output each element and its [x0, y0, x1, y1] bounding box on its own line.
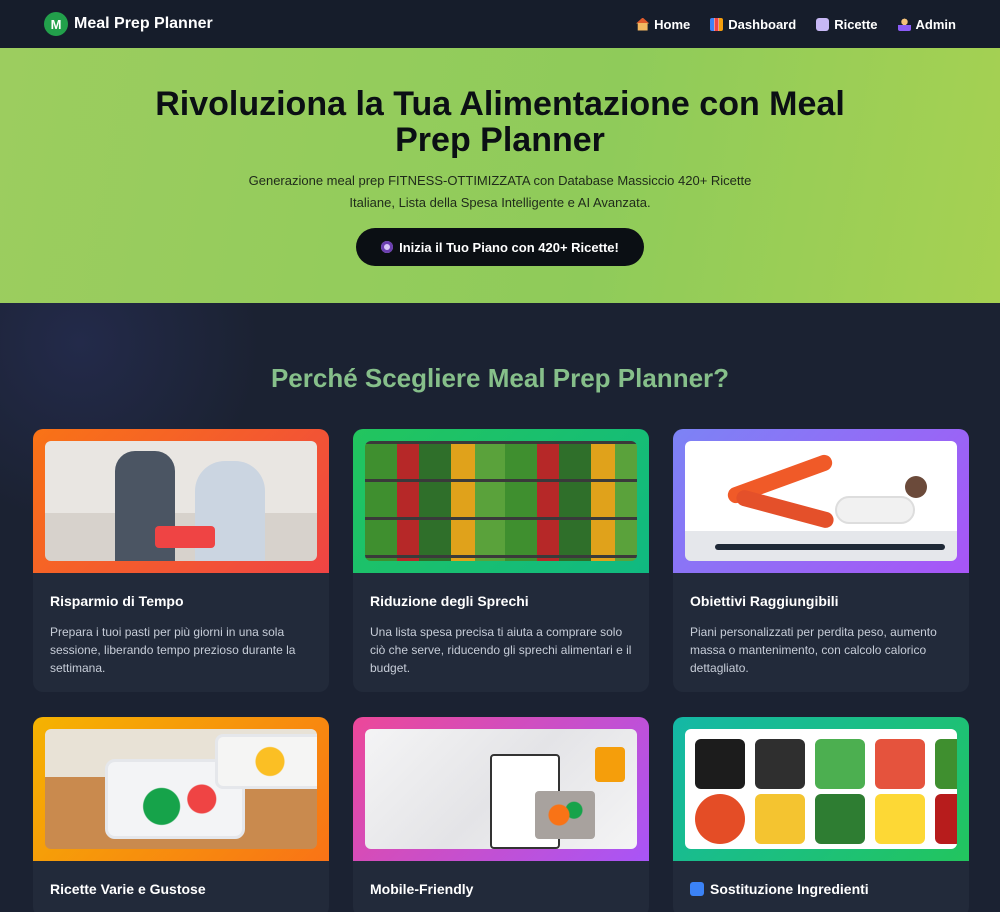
- nav-link-admin[interactable]: Admin: [897, 16, 956, 32]
- chart-icon: [710, 17, 724, 31]
- start-plan-button[interactable]: Inizia il Tuo Piano con 420+ Ricette!: [356, 228, 644, 266]
- card-image-frame: [33, 429, 329, 573]
- home-icon: [636, 17, 650, 31]
- card-image-frame: [673, 717, 969, 861]
- nav-link-home-label: Home: [654, 16, 691, 32]
- feature-card-waste: Riduzione degli Sprechi Una lista spesa …: [353, 429, 649, 692]
- nav-links: Home Dashboard Ricette Admin: [636, 17, 956, 32]
- card-title: Riduzione degli Sprechi: [370, 593, 529, 609]
- card-description: Prepara i tuoi pasti per più giorni in u…: [50, 625, 296, 675]
- feature-card-recipes: Ricette Varie e Gustose: [33, 717, 329, 912]
- workout-image: [685, 441, 957, 561]
- card-image-frame: [353, 429, 649, 573]
- feature-card-goals: Obiettivi Raggiungibili Piani personaliz…: [673, 429, 969, 692]
- card-image-frame: [33, 717, 329, 861]
- features-heading: Perché Scegliere Meal Prep Planner?: [270, 363, 730, 393]
- features-section: Perché Scegliere Meal Prep Planner? Risp…: [0, 303, 1000, 912]
- shuffle-icon: [690, 882, 704, 896]
- brand-name[interactable]: Meal Prep Planner: [74, 15, 213, 33]
- card-title: Obiettivi Raggiungibili: [690, 593, 839, 609]
- meal-containers-image: [45, 729, 317, 849]
- start-plan-button-label: Inizia il Tuo Piano con 420+ Ricette!: [399, 239, 619, 255]
- cooking-couple-image: [45, 441, 317, 561]
- card-image-frame: [673, 429, 969, 573]
- card-title-text: Sostituzione Ingredienti: [710, 881, 869, 897]
- feature-card-substitution: Sostituzione Ingredienti: [673, 717, 969, 912]
- admin-icon: [897, 17, 911, 31]
- nav-link-ricette[interactable]: Ricette: [816, 16, 878, 32]
- hero-title: Rivoluziona la Tua Alimentazione con Mea…: [155, 85, 845, 159]
- card-description: Piani personalizzati per perdita peso, a…: [690, 625, 937, 675]
- card-title: Mobile-Friendly: [370, 881, 474, 897]
- card-title: Risparmio di Tempo: [50, 593, 184, 609]
- brand-logo-icon[interactable]: M: [44, 12, 68, 36]
- card-title: Ricette Varie e Gustose: [50, 881, 206, 897]
- nav-link-home[interactable]: Home: [636, 17, 690, 32]
- card-title: Sostituzione Ingredienti: [690, 881, 952, 897]
- card-description: Una lista spesa precisa ti aiuta a compr…: [370, 625, 632, 675]
- recipe-icon: [816, 17, 830, 31]
- nav-link-dashboard[interactable]: Dashboard: [710, 17, 796, 32]
- top-navbar: M Meal Prep Planner Home Dashboard Ricet…: [0, 0, 1000, 48]
- card-image-frame: [353, 717, 649, 861]
- produce-shelves-image: [365, 441, 637, 561]
- nav-link-dashboard-label: Dashboard: [728, 16, 797, 32]
- hero-subtitle: Generazione meal prep FITNESS-OTTIMIZZAT…: [248, 173, 752, 210]
- nav-link-ricette-label: Ricette: [834, 16, 878, 32]
- feature-card-time: Risparmio di Tempo Prepara i tuoi pasti …: [33, 429, 329, 692]
- ingredient-bowls-image: [685, 729, 957, 849]
- hero-section: Rivoluziona la Tua Alimentazione con Mea…: [0, 48, 1000, 303]
- meal-plan-clipboard-image: [365, 729, 637, 849]
- search-icon: [381, 241, 394, 253]
- nav-link-admin-label: Admin: [915, 16, 956, 32]
- feature-card-mobile: Mobile-Friendly: [353, 717, 649, 912]
